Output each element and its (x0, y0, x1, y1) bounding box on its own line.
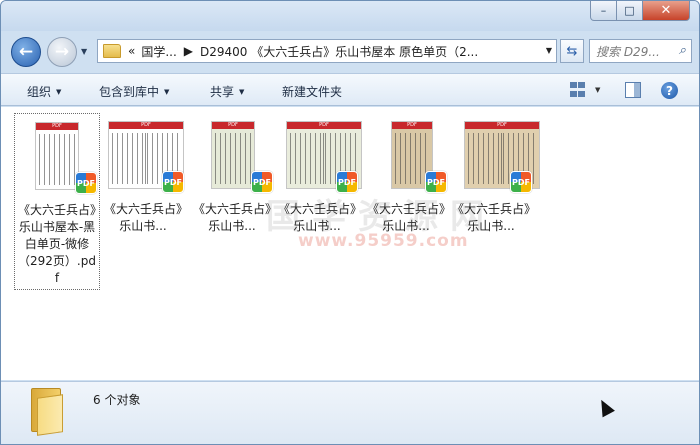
pdf-badge-icon: PDF (510, 171, 532, 193)
pdf-header-bar: PDF (392, 122, 432, 129)
search-input[interactable]: 搜索 D29... ⌕ (589, 39, 692, 63)
search-icon[interactable]: ⌕ (679, 43, 686, 58)
preview-pane-icon[interactable] (625, 82, 641, 98)
chevron-down-icon: ▼ (56, 88, 62, 96)
refresh-button[interactable]: ⇆ (560, 39, 584, 63)
recent-pages-dropdown[interactable]: ▼ (81, 47, 87, 56)
close-button[interactable]: ✕ (642, 1, 690, 21)
forward-button[interactable]: → (47, 37, 77, 67)
pdf-header-bar: PDF (36, 123, 78, 130)
text-columns (39, 134, 75, 185)
file-item[interactable]: PDF PDF 《大六壬兵占》乐山书屋本-黑白单页-微修（292页）.pdf (14, 113, 100, 290)
include-in-library-button[interactable]: 包含到库中 ▼ (99, 83, 169, 100)
page-preview: PDF (35, 122, 79, 190)
address-bar[interactable]: « 国学... ▶ D29400 《大六壬兵占》乐山书屋本 原色单页（2... … (97, 39, 557, 63)
minimize-button[interactable]: – (590, 1, 617, 21)
search-placeholder: 搜索 D29... (596, 44, 660, 59)
pdf-header-bar: PDF (287, 122, 361, 129)
file-item[interactable]: PDF PDF 《大六壬兵占》乐山书... (189, 113, 275, 235)
item-count: 6 个对象 (93, 393, 141, 407)
view-options-dropdown[interactable]: ▼ (595, 86, 600, 94)
include-library-label: 包含到库中 (99, 85, 160, 99)
breadcrumb-item-root[interactable]: 国学... (141, 43, 176, 60)
organize-button[interactable]: 组织 ▼ (27, 83, 61, 100)
share-button[interactable]: 共享 ▼ (210, 83, 244, 100)
breadcrumb-overflow[interactable]: « (128, 44, 135, 58)
pdf-badge-icon: PDF (162, 171, 184, 193)
breadcrumb-item-current[interactable]: D29400 《大六壬兵占》乐山书屋本 原色单页（2... (200, 43, 478, 60)
pdf-thumbnail: PDF PDF (189, 117, 275, 195)
pdf-thumbnail: PDF PDF (448, 117, 540, 195)
folder-icon (103, 44, 121, 58)
watermark-url: www.95959.com (298, 231, 469, 251)
organize-label: 组织 (27, 85, 52, 99)
pdf-badge-icon: PDF (75, 172, 97, 194)
folder-icon (31, 388, 65, 436)
pdf-header-bar: PDF (212, 122, 254, 129)
pdf-thumbnail: PDF PDF (274, 117, 362, 195)
address-dropdown-icon[interactable]: ▼ (546, 46, 552, 55)
refresh-icon: ⇆ (566, 43, 578, 59)
text-columns (215, 133, 251, 184)
file-item[interactable]: PDF PDF 《大六壬兵占》乐山书... (100, 113, 186, 235)
arrow-left-icon: ← (18, 42, 34, 62)
share-label: 共享 (210, 85, 235, 99)
file-name: 《大六壬兵占》乐山书... (192, 202, 271, 233)
change-view-icon[interactable] (570, 82, 586, 98)
text-columns (395, 133, 429, 184)
maximize-button[interactable]: □ (616, 1, 643, 21)
pdf-thumbnail: PDF PDF (15, 118, 99, 196)
help-icon[interactable]: ? (661, 82, 678, 99)
navigation-bar: ← → ▼ « 国学... ▶ D29400 《大六壬兵占》乐山书屋本 原色单页… (1, 31, 699, 71)
details-pane: 6 个对象 (1, 381, 699, 444)
page-preview: PDF (211, 121, 255, 189)
pdf-thumbnail: PDF PDF (363, 117, 449, 195)
chevron-down-icon: ▼ (164, 88, 170, 96)
file-name: 《大六壬兵占》乐山书屋本-黑白单页-微修（292页）.pdf (17, 203, 96, 285)
file-name: 《大六壬兵占》乐山书... (103, 202, 182, 233)
command-bar: 组织 ▼ 包含到库中 ▼ 共享 ▼ 新建文件夹 ▼ ? (1, 73, 699, 106)
new-folder-button[interactable]: 新建文件夹 (282, 83, 342, 100)
title-bar: – □ ✕ (1, 1, 699, 31)
chevron-down-icon: ▼ (239, 88, 245, 96)
breadcrumb-separator-icon[interactable]: ▶ (184, 44, 193, 58)
pdf-thumbnail: PDF PDF (100, 117, 186, 195)
arrow-right-icon: → (54, 42, 70, 62)
pdf-header-bar: PDF (465, 122, 539, 129)
back-button[interactable]: ← (11, 37, 41, 67)
explorer-window: – □ ✕ ← → ▼ « 国学... ▶ D29400 《大六壬兵占》乐山书屋… (0, 0, 700, 445)
pdf-header-bar: PDF (109, 122, 183, 129)
file-list-pane[interactable]: PDF PDF 《大六壬兵占》乐山书屋本-黑白单页-微修（292页）.pdf PDF P… (1, 107, 699, 380)
